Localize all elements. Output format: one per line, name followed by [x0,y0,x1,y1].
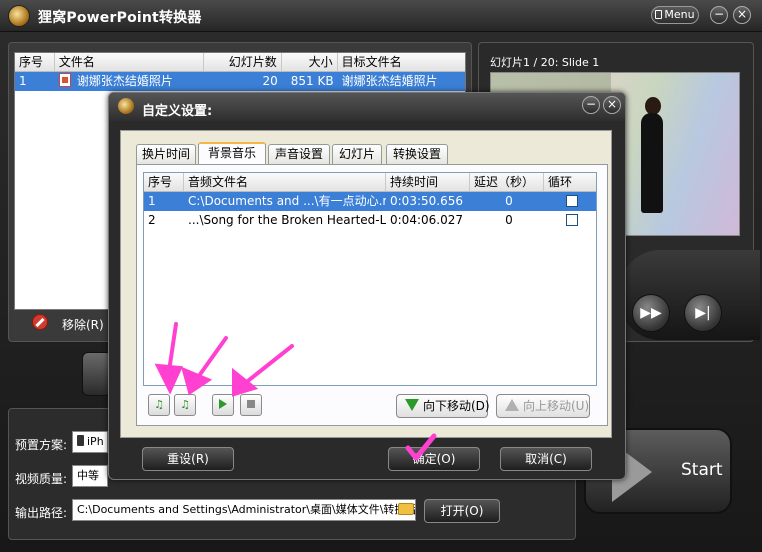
annotation-checkmark [405,433,437,461]
annotation-arrows [154,322,294,397]
col-target[interactable]: 目标文件名 [338,53,465,71]
next-slide-button[interactable]: ▶| [684,294,722,332]
stop-icon [247,400,255,408]
close-icon: × [736,7,748,21]
col-duration[interactable]: 持续时间 [386,173,470,191]
loop-checkbox[interactable] [566,214,578,226]
cancel-button[interactable]: 取消(C) [500,447,592,471]
col-slides[interactable]: 幻灯片数 [204,53,282,71]
col-index[interactable]: 序号 [15,53,55,71]
phone-icon [77,435,84,446]
menu-icon [655,10,663,19]
annotation-arrow-3 [242,344,294,386]
tab-slides[interactable]: 幻灯片 [332,144,382,164]
move-up-button[interactable]: 向上移动(U) [496,394,590,418]
minimize-button[interactable]: − [710,6,728,24]
tab-background-music[interactable]: 背景音乐 [198,142,266,164]
file-row-slides: 20 [262,74,278,88]
file-row[interactable]: 1 谢娜张杰结婚照片 20 851 KB 谢娜张杰结婚照片 [15,72,465,91]
add-music-icon: ♫ [154,398,164,411]
file-row-filename: 谢娜张杰结婚照片 [76,74,173,88]
move-down-label: 向下移动(D) [423,399,490,413]
preset-value: iPh [87,435,104,448]
audio-row-index: 2 [148,213,156,227]
audio-row-duration: 0:03:50.656 [390,194,463,208]
col-loop[interactable]: 循环 [544,173,596,191]
quality-select[interactable]: 中等 [72,465,108,487]
file-row-index: 1 [19,74,27,88]
dialog-minimize-button[interactable]: − [582,96,600,114]
remove-music-icon: ♫ [180,398,190,411]
quality-value: 中等 [77,469,99,482]
col-audio-index[interactable]: 序号 [144,173,184,191]
tab-sound-settings[interactable]: 声音设置 [268,144,330,164]
tab-transition-time[interactable]: 换片时间 [136,144,196,164]
preset-select[interactable]: iPh [72,431,108,453]
remove-button[interactable]: 移除(R) [62,316,104,333]
remove-icon[interactable] [32,314,48,330]
slide-info: 幻灯片1 / 20: Slide 1 [490,56,600,69]
annotation-arrowhead-3 [232,367,259,397]
col-delay[interactable]: 延迟（秒） [470,173,544,191]
audio-row-delay: 0 [505,213,513,227]
dialog-title: 自定义设置: [142,104,213,119]
audio-row-duration: 0:04:06.027 [390,213,463,227]
audio-row[interactable]: 2 ...\Song for the Broken Hearted-Lee Ca… [144,211,596,230]
close-button[interactable]: × [733,6,751,24]
open-button[interactable]: 打开(O) [424,499,500,523]
folder-icon[interactable] [398,503,414,515]
minimize-icon: − [585,97,597,111]
move-up-label: 向上移动(U) [523,399,590,413]
close-icon: × [606,97,618,111]
audio-row-file: C:\Documents and ...\有一点动心.mp3 [188,194,386,208]
file-row-size: 851 KB [290,74,334,88]
audio-list-header: 序号 音频文件名 持续时间 延迟（秒） 循环 [144,173,596,192]
preset-label: 预置方案: [15,438,68,452]
app-title: 狸窝PowerPoint转换器 [38,10,202,26]
start-label: Start [681,460,723,480]
reset-button[interactable]: 重设(R) [142,447,234,471]
arrow-up-icon [505,399,519,411]
app-logo-icon [8,5,30,27]
file-row-target: 谢娜张杰结婚照片 [341,74,438,88]
audio-row-file: ...\Song for the Broken Hearted-Lee Carr [188,213,386,227]
fast-forward-button[interactable]: ▶▶ [632,294,670,332]
menu-button[interactable]: Menu [651,6,699,24]
skip-next-icon: ▶| [695,305,711,321]
arrow-down-icon [405,399,419,411]
audio-row[interactable]: 1 C:\Documents and ...\有一点动心.mp3 0:03:50… [144,192,596,211]
col-filename[interactable]: 文件名 [55,53,205,71]
dialog-close-button[interactable]: × [603,96,621,114]
output-path-value: C:\Documents and Settings\Administrator\… [77,503,416,516]
audio-row-delay: 0 [505,194,513,208]
menu-label: Menu [664,8,695,21]
fast-forward-icon: ▶▶ [640,305,662,321]
annotation-arrow-2 [194,336,228,382]
move-down-button[interactable]: 向下移动(D) [396,394,490,418]
dialog-logo-icon [118,98,134,114]
loop-checkbox[interactable] [566,195,578,207]
tab-convert-settings[interactable]: 转换设置 [386,144,448,164]
file-list-header: 序号 文件名 幻灯片数 大小 目标文件名 [15,53,465,72]
audio-row-index: 1 [148,194,156,208]
annotation-arrowhead-2 [180,366,213,396]
ppt-file-icon [58,73,71,87]
annotation-arrowhead-1 [154,363,183,395]
play-icon [219,399,227,409]
col-size[interactable]: 大小 [282,53,338,71]
quality-label: 视频质量: [15,472,68,486]
output-label: 输出路径: [15,506,68,520]
col-audio-file[interactable]: 音频文件名 [184,173,386,191]
minimize-icon: − [713,7,725,21]
output-path-input[interactable]: C:\Documents and Settings\Administrator\… [72,499,416,521]
